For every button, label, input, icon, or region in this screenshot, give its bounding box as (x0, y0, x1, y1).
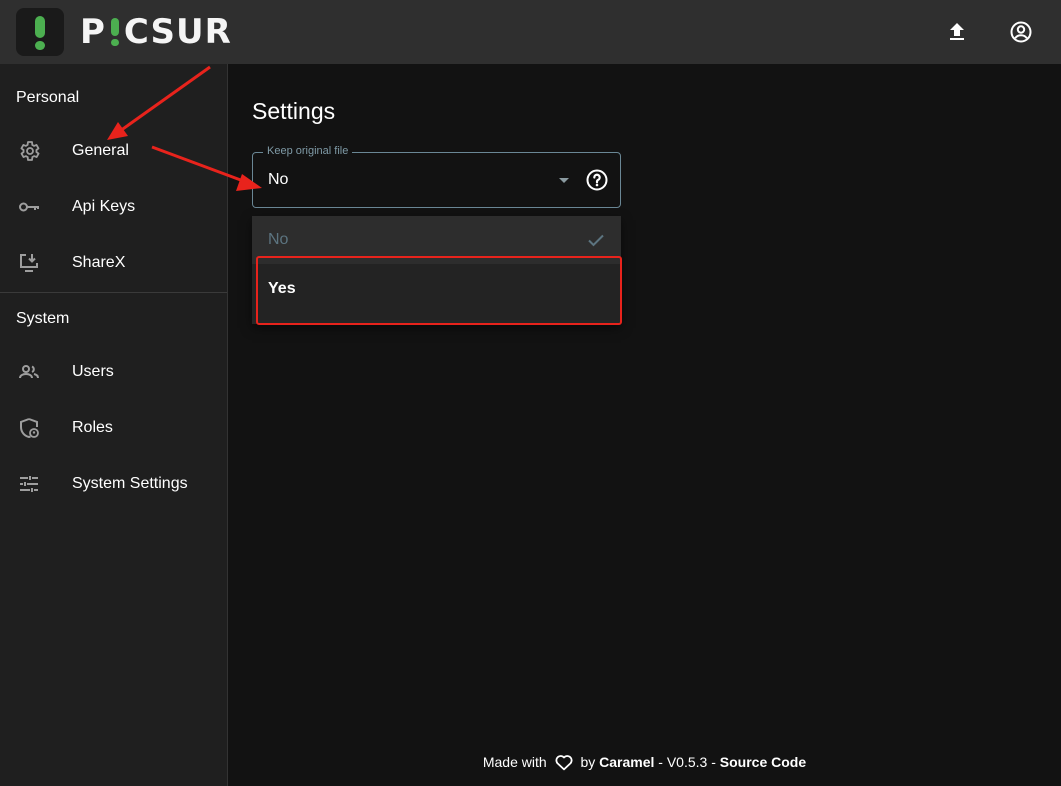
upload-icon[interactable] (945, 20, 969, 44)
logo-dot (35, 41, 45, 50)
help-icon[interactable] (585, 168, 609, 192)
sidebar-item-label: Api Keys (72, 198, 136, 215)
wordmark-rest: CSUR (123, 12, 232, 52)
sidebar-item-users[interactable]: Users (0, 348, 227, 396)
sidebar-item-label: General (72, 142, 129, 159)
check-icon (588, 234, 604, 247)
sidebar-item-sharex[interactable]: ShareX (0, 239, 227, 287)
top-app-bar: P CSUR (0, 0, 1061, 64)
section-title-system: System (16, 310, 70, 327)
sidebar-item-api-keys[interactable]: Api Keys (0, 183, 227, 231)
chevron-down-icon[interactable] (559, 178, 569, 183)
field-value: No (268, 171, 289, 188)
logo-bar (35, 16, 45, 38)
gear-icon (20, 141, 40, 161)
wordmark-p: P (80, 12, 106, 52)
keep-original-file-select[interactable]: Keep original file No (252, 145, 621, 208)
option-label: No (268, 231, 289, 248)
app-logo[interactable] (16, 8, 64, 56)
wordmark-exclaim (108, 17, 122, 47)
users-icon (19, 365, 39, 379)
sidebar-item-label: Roles (72, 419, 113, 436)
sliders-icon (20, 476, 38, 492)
heart-icon (555, 755, 573, 771)
sidebar-item-general[interactable]: General (0, 127, 227, 175)
sidebar-item-roles[interactable]: Roles (0, 404, 227, 452)
section-title-personal: Personal (16, 89, 80, 106)
sidebar-item-label: Users (72, 363, 114, 380)
footer-by: by (580, 754, 596, 770)
sidebar-item-label: System Settings (72, 475, 188, 492)
footer-version: - V0.5.3 - (658, 754, 716, 770)
app-wordmark[interactable]: P CSUR (80, 12, 232, 52)
sidebar-item-label: ShareX (72, 254, 126, 271)
key-icon (19, 202, 39, 212)
footer-source-code-link[interactable]: Source Code (720, 754, 806, 770)
annotation-highlight-box (256, 256, 622, 325)
footer-author-link[interactable]: Caramel (599, 754, 654, 770)
sidebar: Personal General Api Keys ShareX System … (0, 64, 228, 786)
sidebar-divider (0, 292, 227, 293)
page-title: Settings (252, 98, 336, 124)
sidebar-item-system-settings[interactable]: System Settings (0, 460, 227, 508)
footer: Made with by Caramel - V0.5.3 - Source C… (228, 753, 1061, 771)
footer-made-with: Made with (482, 754, 547, 770)
monitor-download-icon (20, 254, 38, 272)
account-circle-icon[interactable] (1009, 20, 1033, 44)
shield-lock-icon (20, 418, 39, 439)
field-label: Keep original file (263, 145, 353, 157)
